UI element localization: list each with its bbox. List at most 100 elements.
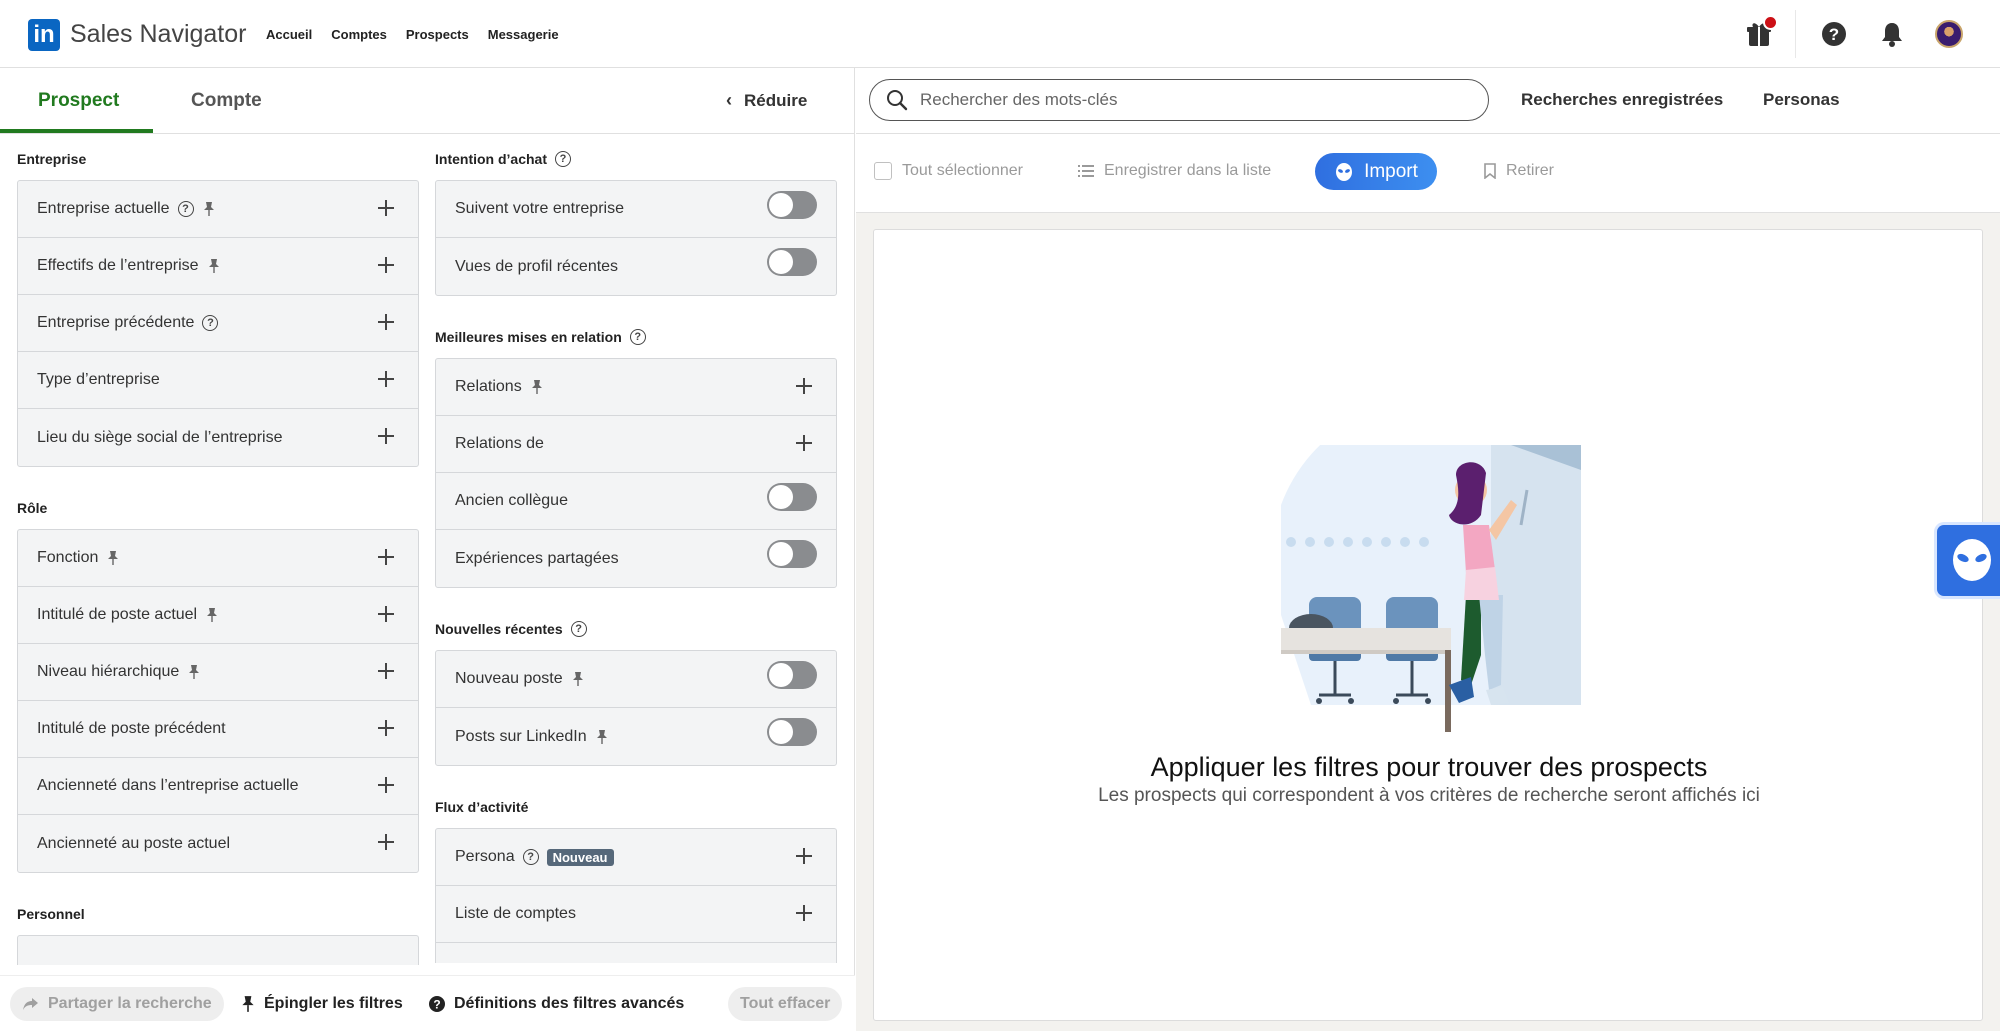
filter-entreprise-actuelle[interactable]: Entreprise actuelle ? [18,181,418,238]
help-circle-icon[interactable]: ? [202,315,219,331]
pin-icon[interactable] [530,379,544,395]
pin-filters-button[interactable]: Épingler les filtres [240,987,403,1021]
nav-accueil[interactable]: Accueil [266,27,312,42]
help-circle-icon[interactable]: ? [555,151,571,167]
user-avatar[interactable] [1935,20,1963,48]
section-entreprise-title: Entreprise [17,151,87,167]
pin-icon[interactable] [595,729,609,745]
help-icon[interactable]: ? [1818,18,1850,50]
filter-vues-profil: Vues de profil récentes [436,238,836,295]
list-icon [1078,165,1094,177]
plus-icon[interactable] [796,435,812,451]
filter-group-intention: Suivent votre entreprise Vues de profil … [435,180,837,296]
alien-assistant-widget[interactable] [1934,522,2000,599]
filter-fonction[interactable]: Fonction [18,530,418,587]
plus-icon[interactable] [378,663,394,679]
plus-icon[interactable] [378,257,394,273]
clear-all-button[interactable]: Tout effacer [728,987,843,1021]
toggle-switch[interactable] [767,540,817,568]
filter-entreprise-precedente[interactable]: Entreprise précédente ? [18,295,418,352]
nav-prospects[interactable]: Prospects [406,27,469,42]
section-intention-title: Intention d’achat ? [435,150,837,168]
results-panel: Recherches enregistrées Personas Tout sé… [856,68,2000,1031]
plus-icon[interactable] [378,834,394,850]
help-icon: ? [429,996,445,1012]
filter-label: Relations [455,378,522,395]
save-to-list-label: Enregistrer dans la liste [1104,162,1272,179]
plus-icon[interactable] [378,777,394,793]
filter-group-personnel [17,935,419,965]
plus-icon[interactable] [378,720,394,736]
select-all-checkbox[interactable]: Tout sélectionner [874,162,1023,180]
toggle-switch[interactable] [767,483,817,511]
pin-icon[interactable] [106,550,120,566]
plus-icon[interactable] [796,905,812,921]
filter-anciennete-entreprise[interactable]: Ancienneté dans l’entreprise actuelle [18,758,418,815]
advanced-definitions-button[interactable]: ? Définitions des filtres avancés [428,987,684,1021]
filter-poste-actuel[interactable]: Intitulé de poste actuel [18,587,418,644]
filter-effectifs[interactable]: Effectifs de l’entreprise [18,238,418,295]
main-nav: Accueil Comptes Prospects Messagerie [266,27,559,42]
pin-icon[interactable] [205,607,219,623]
plus-icon[interactable] [378,314,394,330]
share-search-button[interactable]: Partager la recherche [10,987,224,1021]
save-to-list-button[interactable]: Enregistrer dans la liste [1078,162,1271,180]
personas-link[interactable]: Personas [1763,90,1840,110]
help-circle-icon[interactable]: ? [177,201,194,217]
linkedin-logo-icon[interactable]: in [28,19,60,51]
empty-state-card: Appliquer les filtres pour trouver des p… [873,229,1983,1021]
top-navigation-bar: in Sales Navigator Accueil Comptes Prosp… [0,0,2000,68]
filter-label: Lieu du siège social de l’entreprise [37,428,283,446]
help-circle-icon[interactable]: ? [629,329,646,345]
checkbox[interactable] [874,162,892,180]
app-name[interactable]: Sales Navigator [70,20,246,49]
filter-relations[interactable]: Relations [436,359,836,416]
filter-tabs: Prospect Compte ‹ Réduire [0,68,855,134]
filter-label: Suivent votre entreprise [455,200,624,217]
section-label: Intention d’achat [435,151,547,167]
filter-row-partial [436,943,836,963]
pin-icon[interactable] [202,201,216,217]
filter-poste-precedent[interactable]: Intitulé de poste précédent [18,701,418,758]
remove-button[interactable]: Retirer [1484,162,1554,180]
reduce-button[interactable]: ‹ Réduire [726,90,807,111]
nav-messagerie[interactable]: Messagerie [488,27,559,42]
plus-icon[interactable] [378,200,394,216]
nav-comptes[interactable]: Comptes [331,27,387,42]
search-box[interactable] [869,79,1489,121]
filter-liste-comptes[interactable]: Liste de comptes [436,886,836,943]
help-circle-icon[interactable]: ? [570,621,587,637]
plus-icon[interactable] [378,549,394,565]
filter-niveau-hierarchique[interactable]: Niveau hiérarchique [18,644,418,701]
plus-icon[interactable] [378,606,394,622]
share-search-label: Partager la recherche [48,995,212,1012]
pin-icon[interactable] [207,258,221,274]
pin-icon[interactable] [187,664,201,680]
filter-label: Ancien collègue [455,492,568,509]
filter-anciennete-poste[interactable]: Ancienneté au poste actuel [18,815,418,872]
tab-prospect[interactable]: Prospect [38,90,119,112]
pin-icon[interactable] [571,671,585,687]
filter-label: Entreprise actuelle [37,200,170,217]
toggle-switch[interactable] [767,661,817,689]
tab-compte[interactable]: Compte [191,90,262,112]
filter-column-left: Entreprise Entreprise actuelle ? Effecti… [17,134,419,965]
plus-icon[interactable] [378,428,394,444]
filter-type-entreprise[interactable]: Type d’entreprise [18,352,418,409]
plus-icon[interactable] [796,378,812,394]
keyword-search-input[interactable] [920,90,1440,110]
filter-persona[interactable]: Persona ? Nouveau [436,829,836,886]
saved-searches-link[interactable]: Recherches enregistrées [1521,90,1723,110]
import-button[interactable]: Import [1315,153,1437,190]
filter-siege-social[interactable]: Lieu du siège social de l’entreprise [18,409,418,466]
toggle-switch[interactable] [767,191,817,219]
plus-icon[interactable] [378,371,394,387]
toggle-switch[interactable] [767,248,817,276]
filter-relations-de[interactable]: Relations de [436,416,836,473]
help-circle-icon[interactable]: ? [522,849,539,865]
section-flux-title: Flux d’activité [435,799,529,815]
toggle-switch[interactable] [767,718,817,746]
bell-icon[interactable] [1876,18,1908,50]
plus-icon[interactable] [796,848,812,864]
new-badge: Nouveau [546,848,614,866]
